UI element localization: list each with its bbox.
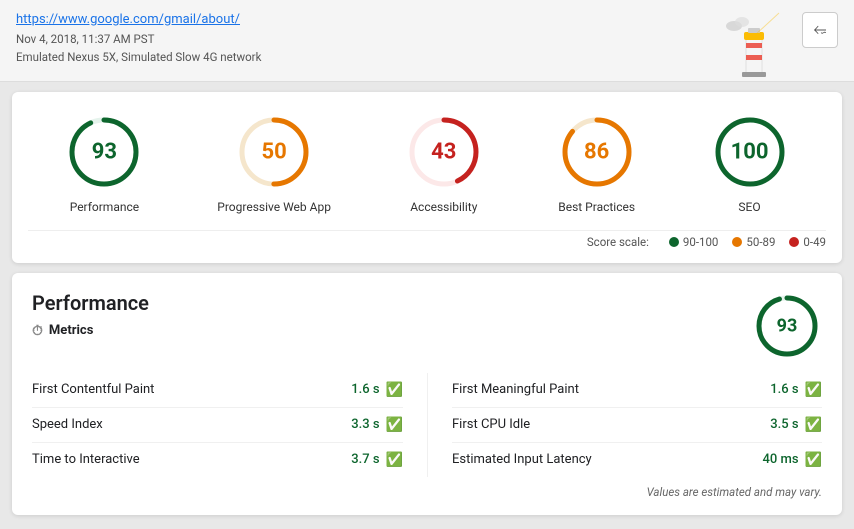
score-label-performance: Performance — [70, 200, 139, 214]
gauge-performance: 93 — [64, 112, 144, 192]
scores-row: 93 Performance 50 Progressive Web App 43 — [28, 112, 826, 214]
metrics-label-text: Metrics — [49, 323, 93, 338]
check-icon: ✅ — [805, 417, 822, 433]
metric-name: Estimated Input Latency — [452, 452, 592, 467]
metrics-label: ⏱ Metrics — [32, 323, 149, 339]
metric-row: First CPU Idle 3.5 s ✅ — [452, 408, 822, 443]
metric-name: First Meaningful Paint — [452, 382, 579, 397]
check-icon: ✅ — [386, 417, 403, 433]
scale-range-red: 0-49 — [803, 235, 826, 249]
perf-score-number: 93 — [777, 315, 798, 336]
score-label-pwa: Progressive Web App — [217, 200, 331, 214]
metric-name: Time to Interactive — [32, 452, 140, 467]
scale-item-orange: 50-89 — [732, 235, 775, 249]
metric-value-area: 40 ms ✅ — [763, 452, 822, 468]
gauge-accessibility: 43 — [404, 112, 484, 192]
gauge-number-pwa: 50 — [261, 139, 286, 164]
header-meta: Nov 4, 2018, 11:37 AM PST Emulated Nexus… — [16, 30, 838, 67]
performance-gauge-small: 93 — [752, 291, 822, 361]
score-label-accessibility: Accessibility — [410, 200, 477, 214]
gauge-number-best-practices: 86 — [584, 139, 609, 164]
header: https://www.google.com/gmail/about/ Nov … — [0, 0, 854, 82]
score-item-pwa: 50 Progressive Web App — [217, 112, 331, 214]
gauge-number-seo: 100 — [731, 139, 769, 164]
check-icon: ✅ — [386, 382, 403, 398]
gauge-seo: 100 — [710, 112, 790, 192]
scale-dot-red — [789, 237, 799, 247]
metric-row: Time to Interactive 3.7 s ✅ — [32, 443, 403, 477]
metric-value: 1.6 s — [770, 382, 798, 397]
check-icon: ✅ — [805, 382, 822, 398]
check-icon: ✅ — [386, 452, 403, 468]
scale-dot-green — [669, 237, 679, 247]
values-note: Values are estimated and may vary. — [32, 485, 822, 499]
performance-header: Performance ⏱ Metrics 93 — [32, 291, 822, 361]
gauge-best-practices: 86 — [557, 112, 637, 192]
metric-row: Speed Index 3.3 s ✅ — [32, 408, 403, 443]
metric-value-area: 3.7 s ✅ — [351, 452, 403, 468]
score-item-best-practices: 86 Best Practices — [557, 112, 637, 214]
lighthouse-illustration — [724, 8, 784, 88]
metric-row: Estimated Input Latency 40 ms ✅ — [452, 443, 822, 477]
metric-value: 3.7 s — [351, 452, 379, 467]
metric-name: First Contentful Paint — [32, 382, 154, 397]
device-info: Emulated Nexus 5X, Simulated Slow 4G net… — [16, 50, 261, 64]
metrics-grid: First Contentful Paint 1.6 s ✅ Speed Ind… — [32, 373, 822, 477]
gauge-pwa: 50 — [234, 112, 314, 192]
score-label-best-practices: Best Practices — [558, 200, 635, 214]
share-icon: ⭋ — [814, 21, 827, 39]
metric-row: First Contentful Paint 1.6 s ✅ — [32, 373, 403, 408]
metric-value: 1.6 s — [351, 382, 379, 397]
gauge-number-performance: 93 — [92, 139, 117, 164]
score-scale-label: Score scale: — [587, 235, 649, 249]
url-link[interactable]: https://www.google.com/gmail/about/ — [16, 12, 240, 27]
performance-title-area: Performance ⏱ Metrics — [32, 291, 149, 339]
scale-item-red: 0-49 — [789, 235, 826, 249]
check-icon: ✅ — [805, 452, 822, 468]
metric-value: 3.3 s — [351, 417, 379, 432]
timestamp: Nov 4, 2018, 11:37 AM PST — [16, 32, 154, 46]
scale-range-green: 90-100 — [683, 235, 719, 249]
metric-row: First Meaningful Paint 1.6 s ✅ — [452, 373, 822, 408]
scores-section: 93 Performance 50 Progressive Web App 43 — [12, 92, 842, 263]
scale-range-orange: 50-89 — [746, 235, 775, 249]
metric-value: 40 ms — [763, 452, 799, 467]
score-item-seo: 100 SEO — [710, 112, 790, 214]
metrics-left-col: First Contentful Paint 1.6 s ✅ Speed Ind… — [32, 373, 427, 477]
metrics-right-col: First Meaningful Paint 1.6 s ✅ First CPU… — [427, 373, 822, 477]
score-label-seo: SEO — [738, 200, 760, 214]
metric-value-area: 1.6 s ✅ — [351, 382, 403, 398]
performance-section: Performance ⏱ Metrics 93 First Contentfu… — [12, 273, 842, 515]
share-button[interactable]: ⭋ — [802, 12, 838, 48]
metric-value: 3.5 s — [770, 417, 798, 432]
metric-name: First CPU Idle — [452, 417, 530, 432]
metric-name: Speed Index — [32, 417, 103, 432]
metric-value-area: 1.6 s ✅ — [770, 382, 822, 398]
score-scale: Score scale: 90-100 50-89 0-49 — [28, 230, 826, 249]
metric-value-area: 3.3 s ✅ — [351, 417, 403, 433]
timer-icon: ⏱ — [32, 323, 43, 339]
performance-title: Performance — [32, 291, 149, 315]
scale-dot-orange — [732, 237, 742, 247]
score-item-accessibility: 43 Accessibility — [404, 112, 484, 214]
scale-item-green: 90-100 — [669, 235, 719, 249]
score-item-performance: 93 Performance — [64, 112, 144, 214]
metric-value-area: 3.5 s ✅ — [770, 417, 822, 433]
gauge-number-accessibility: 43 — [431, 139, 456, 164]
